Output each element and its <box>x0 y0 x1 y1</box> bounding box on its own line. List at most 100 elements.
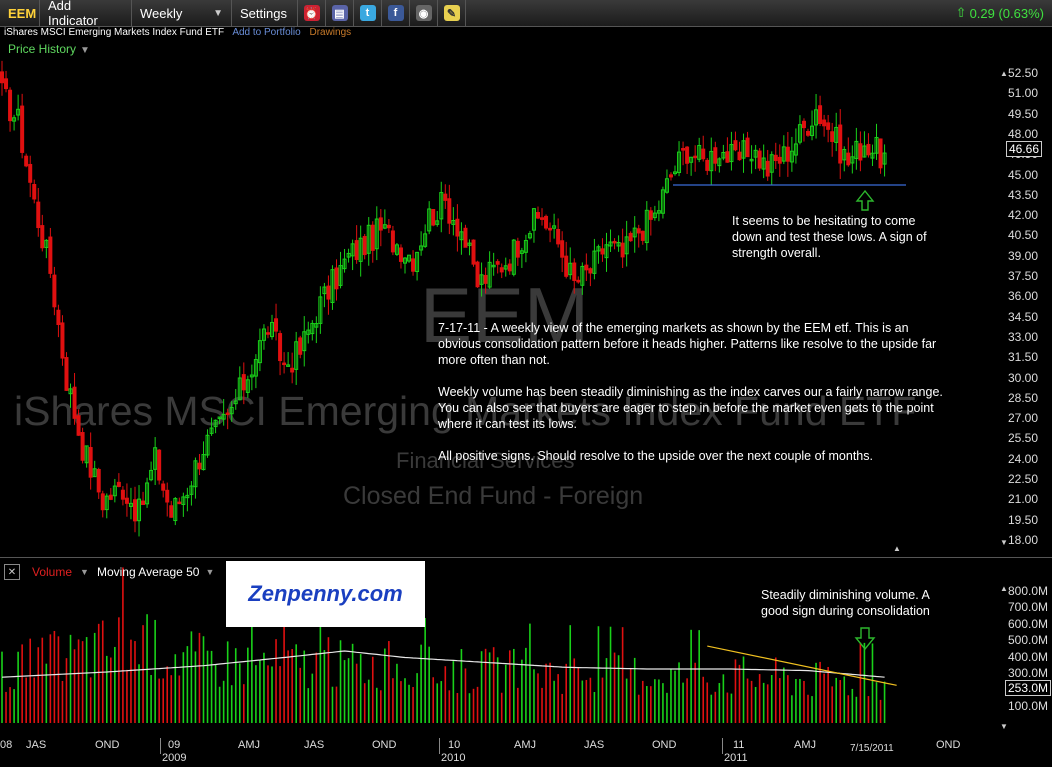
volume-bar <box>363 683 366 723</box>
volume-bar <box>89 677 92 723</box>
volume-bar <box>847 695 850 723</box>
add-to-portfolio-link[interactable]: Add to Portfolio <box>232 27 300 38</box>
volume-bar <box>33 677 36 723</box>
volume-bar <box>97 623 100 723</box>
chevron-down-icon[interactable]: ▼ <box>80 567 89 577</box>
drawings-link[interactable]: Drawings <box>309 27 351 38</box>
collapse-panel-icon[interactable]: ▲ <box>893 544 901 553</box>
scroll-up-icon[interactable]: ▲ <box>1000 69 1008 78</box>
period-select[interactable]: Weekly ▼ <box>132 0 232 26</box>
candle-body <box>463 227 468 248</box>
volume-bar <box>275 639 277 723</box>
volume-bar <box>517 687 519 723</box>
book-button[interactable]: ▤ <box>326 0 354 26</box>
candle-body <box>431 209 436 226</box>
price-y-tick: 21.00 <box>1008 492 1039 507</box>
candle-body <box>32 184 37 200</box>
volume-bar <box>114 646 116 723</box>
volume-bar <box>432 677 435 723</box>
candle-body <box>64 357 69 391</box>
scroll-down-icon[interactable]: ▼ <box>1000 538 1008 547</box>
volume-bar <box>255 665 257 723</box>
volume-bar <box>593 691 596 723</box>
x-tick-label: 11 <box>733 739 745 751</box>
candle-body <box>100 493 105 511</box>
panel-divider[interactable] <box>0 557 1052 558</box>
price-y-tick: 42.00 <box>1008 208 1039 223</box>
annotation-main-p3: All positive signs. Should resolve to th… <box>438 449 873 463</box>
volume-bar <box>629 667 632 723</box>
annotation-main: 7-17-11 - A weekly view of the emerging … <box>438 320 943 464</box>
volume-bar <box>359 654 362 723</box>
volume-bar <box>25 677 27 723</box>
annotation-hesitating: It seems to be hesitating to come down a… <box>732 214 927 260</box>
candle-body <box>80 432 85 461</box>
volume-bar <box>206 650 209 723</box>
volume-bar <box>355 663 358 723</box>
volume-label: Volume <box>32 565 73 579</box>
volume-bar <box>299 667 302 723</box>
candle-body <box>108 494 113 500</box>
volume-bar <box>436 683 439 723</box>
candle-body <box>705 159 710 171</box>
last-price-box: 46.66 <box>1006 141 1043 157</box>
volume-bar <box>641 680 644 723</box>
price-chart[interactable] <box>0 60 1000 550</box>
price-y-tick: 33.00 <box>1008 329 1039 344</box>
volume-bar <box>718 683 721 723</box>
close-icon[interactable]: ✕ <box>4 564 20 580</box>
twitter-icon: t <box>359 5 376 21</box>
candle-body <box>0 71 4 84</box>
facebook-button[interactable]: f <box>382 0 410 26</box>
candle-body <box>620 242 625 258</box>
volume-bar <box>230 685 233 723</box>
candle-body <box>548 227 553 231</box>
volume-bar <box>371 656 374 723</box>
volume-bar <box>706 682 709 723</box>
volume-bar <box>77 639 80 723</box>
camera-button[interactable]: ◉ <box>410 0 438 26</box>
volume-bar <box>537 673 539 723</box>
price-y-tick: 39.00 <box>1008 248 1039 263</box>
price-y-tick: 45.00 <box>1008 167 1039 182</box>
candle-body <box>225 412 230 416</box>
volume-chart[interactable] <box>0 560 1000 736</box>
vol-scroll-down-icon[interactable]: ▼ <box>1000 722 1008 731</box>
chevron-down-icon: ▼ <box>213 7 223 19</box>
x-tick-label: OND <box>652 739 677 751</box>
volume-bar <box>823 673 825 723</box>
volume-bar <box>182 652 185 723</box>
price-history-menu[interactable]: Price History ▼ <box>8 42 90 56</box>
price-y-tick: 48.00 <box>1008 126 1039 141</box>
candle-body <box>298 337 303 355</box>
candle-body <box>588 268 593 274</box>
candle-body <box>564 255 569 277</box>
add-indicator-button[interactable]: Add Indicator <box>40 0 132 28</box>
vol-scroll-up-icon[interactable]: ▲ <box>1000 584 1008 593</box>
candle-body <box>560 240 565 258</box>
volume-bar <box>851 688 854 723</box>
chevron-down-icon[interactable]: ▼ <box>205 567 214 577</box>
candle-body <box>197 462 202 470</box>
settings-button[interactable]: Settings <box>232 0 298 26</box>
volume-bar <box>335 686 338 723</box>
volume-bar <box>5 691 7 723</box>
volume-bar <box>791 695 793 723</box>
volume-bar <box>843 676 846 723</box>
ticker-symbol[interactable]: EEM <box>0 0 40 26</box>
volume-bar <box>222 680 225 723</box>
twitter-button[interactable]: t <box>354 0 382 26</box>
volume-bar <box>617 655 620 723</box>
alarm-button[interactable]: ⏰ <box>298 0 326 26</box>
volume-bar <box>315 652 318 723</box>
volume-bar <box>105 655 108 723</box>
price-y-tick: 51.00 <box>1008 86 1039 101</box>
volume-bar <box>504 664 507 723</box>
note-button[interactable]: ✎ <box>438 0 466 26</box>
volume-bar <box>327 637 330 723</box>
volume-bar <box>29 638 32 723</box>
volume-y-tick: 800.0M <box>1008 584 1049 598</box>
candle-body <box>858 143 863 161</box>
volume-bar <box>110 657 112 723</box>
volume-bar <box>428 646 430 723</box>
